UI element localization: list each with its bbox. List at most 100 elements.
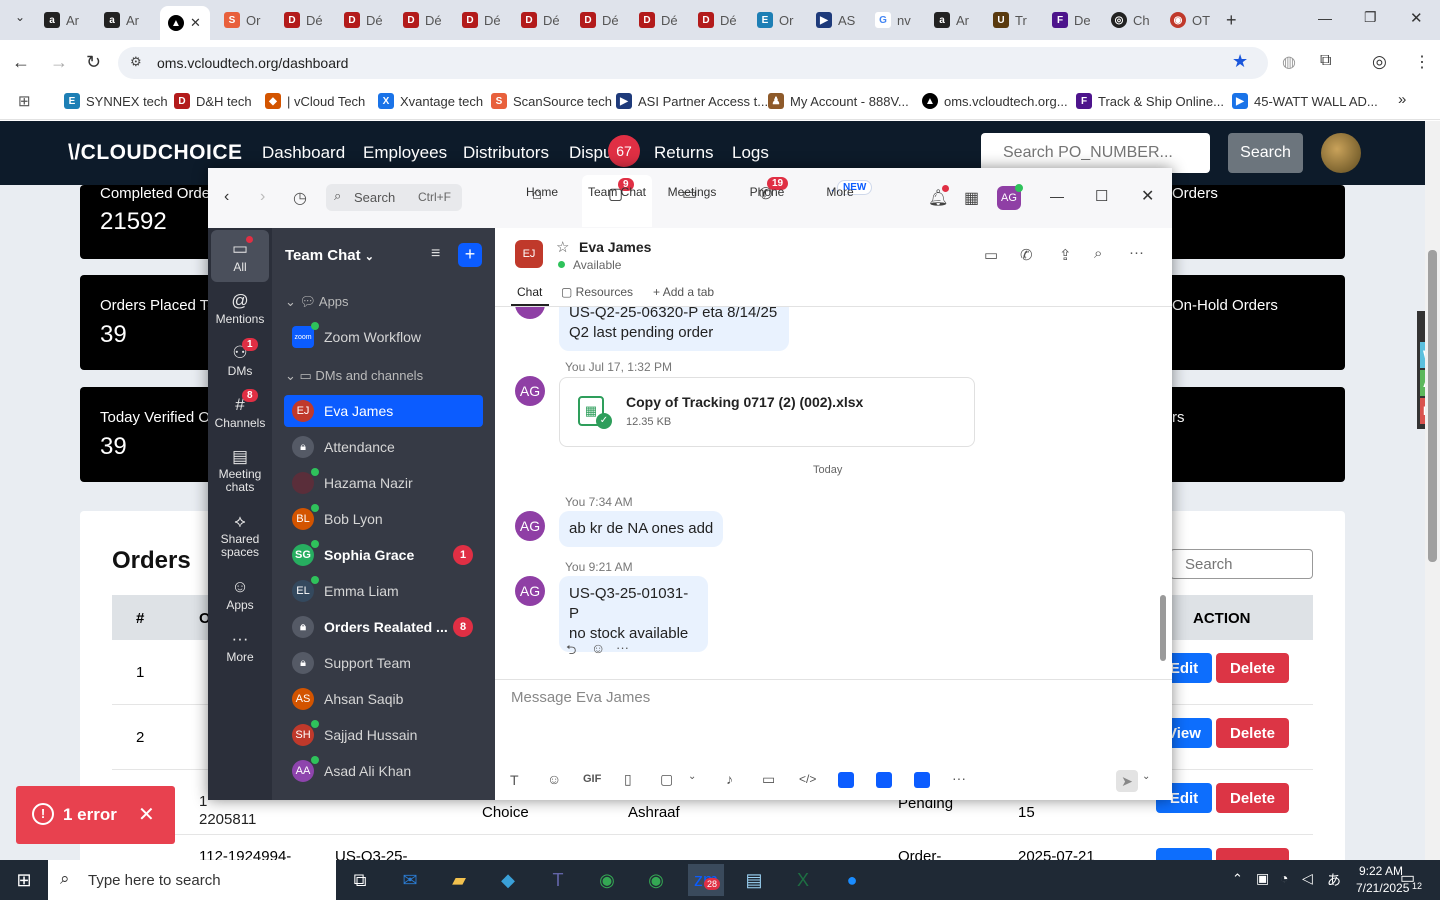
delete-button[interactable]: Delete <box>1216 783 1289 813</box>
rail-meeting-chats[interactable]: ▤ Meeting chats <box>208 446 272 494</box>
bookmark-xvantage[interactable]: X Xvantage tech <box>378 92 483 110</box>
app-icon-blue[interactable]: ● <box>834 864 870 896</box>
chrome-icon[interactable]: ◉ <box>589 864 625 896</box>
tray-chevron-icon[interactable]: ⌃ <box>1232 871 1243 887</box>
task-view-icon[interactable]: ⧉ <box>342 864 378 896</box>
tab-team-chat[interactable]: Team Chat <box>582 185 652 199</box>
chrome-icon-2[interactable]: ◉ <box>638 864 674 896</box>
section-dms-channels[interactable]: ⌄ ▭ DMs and channels <box>285 368 423 384</box>
code-icon[interactable]: </> <box>799 772 816 786</box>
file-icon[interactable]: ▯ <box>624 771 632 788</box>
chat-tab-chat[interactable]: Chat <box>517 285 542 299</box>
close-toast-icon[interactable]: ✕ <box>138 802 155 827</box>
chat-more-icon[interactable]: ··· <box>1129 244 1144 261</box>
browser-tab[interactable]: D Dé <box>698 6 748 34</box>
browser-tab[interactable]: F De <box>1052 6 1102 34</box>
message-more-icon[interactable]: ··· <box>616 640 629 655</box>
back-icon[interactable]: ← <box>12 52 30 73</box>
chat-tab-resources[interactable]: ▢ Resources <box>561 285 633 299</box>
browser-menu-icon[interactable]: ⋮ <box>1414 52 1430 72</box>
zoom-minimize-icon[interactable]: — <box>1050 188 1064 204</box>
tab-more[interactable]: More <box>805 185 875 199</box>
zoom-back-icon[interactable]: ‹ <box>224 188 229 206</box>
close-window-icon[interactable]: ✕ <box>1410 9 1423 27</box>
teams-icon[interactable]: T <box>540 864 576 896</box>
star-icon[interactable]: ☆ <box>556 238 569 256</box>
microphone-icon[interactable]: ♪ <box>726 771 733 787</box>
orders-search-input[interactable] <box>1170 549 1313 579</box>
bookmark-vcloud[interactable]: ◆ | vCloud Tech <box>265 92 365 110</box>
send-options-chevron-icon[interactable]: ⌄ <box>1142 771 1150 782</box>
tab-meetings[interactable]: Meetings <box>657 185 727 199</box>
list-item-eva-james[interactable]: EJ Eva James <box>284 395 483 427</box>
browser-tab[interactable]: D Dé <box>284 6 334 34</box>
list-item-support-team[interactable]: 🔒︎ Support Team <box>284 647 483 679</box>
browser-tab[interactable]: a Ar <box>44 6 94 34</box>
browser-tab[interactable]: a Ar <box>934 6 984 34</box>
windows-start-icon[interactable]: ⊞ <box>6 864 42 896</box>
app-icon-2[interactable] <box>876 772 892 788</box>
list-item-attendance[interactable]: 🔒︎ Attendance <box>284 431 483 463</box>
video-message-icon[interactable]: ▭ <box>762 771 775 788</box>
rail-mentions[interactable]: @ Mentions <box>208 290 272 326</box>
app-icon-1[interactable] <box>838 772 854 788</box>
browser-tab[interactable]: D Dé <box>403 6 453 34</box>
browser-tab[interactable]: ▶ AS <box>816 6 866 34</box>
site-info-icon[interactable]: ⚙ <box>130 54 142 70</box>
bookmarks-overflow-icon[interactable]: » <box>1398 91 1406 108</box>
bookmark-scansource[interactable]: S ScanSource tech <box>491 92 612 110</box>
share-screen-icon[interactable]: ⇪ <box>1059 246 1072 264</box>
browser-tab[interactable]: ◉ OT <box>1170 6 1220 34</box>
partial-button[interactable] <box>1156 848 1212 860</box>
bookmark-synnex[interactable]: E SYNNEX tech <box>64 92 168 110</box>
bookmark-dh[interactable]: D D&H tech <box>174 92 252 110</box>
format-text-icon[interactable]: T <box>510 772 519 788</box>
clock-time[interactable]: 9:22 AM <box>1359 864 1403 878</box>
partial-button[interactable] <box>1216 848 1289 860</box>
nav-distributors[interactable]: Distributors <box>463 143 549 163</box>
forward-icon[interactable]: → <box>50 52 68 73</box>
translate-icon[interactable]: ◍ <box>1282 52 1296 72</box>
bookmark-star-icon[interactable]: ★ <box>1232 51 1248 72</box>
app-icon-3[interactable] <box>914 772 930 788</box>
chat-tab-add[interactable]: + Add a tab <box>653 285 714 299</box>
history-icon[interactable]: ◷ <box>293 188 307 208</box>
app-icon[interactable]: ◆ <box>490 864 526 896</box>
filter-icon[interactable]: ≡ <box>431 245 440 263</box>
rail-shared-spaces[interactable]: ⟡ Shared spaces <box>208 511 272 559</box>
zoom-search-box[interactable]: ⌕ Search Ctrl+F <box>326 184 462 211</box>
browser-tab[interactable]: ◎ Ch <box>1111 6 1161 34</box>
screenshot-icon[interactable]: ▢ <box>660 771 673 788</box>
taskbar-search[interactable]: ⌕ Type here to search <box>48 860 336 900</box>
bookmark-asi[interactable]: ▶ ASI Partner Access t... <box>616 92 768 110</box>
outlook-icon[interactable]: ✉ <box>392 864 428 896</box>
composer-more-icon[interactable]: ··· <box>952 770 966 786</box>
rail-channels[interactable]: # Channels <box>208 394 272 430</box>
audio-call-icon[interactable]: ✆ <box>1020 246 1033 264</box>
react-icon[interactable]: ☺ <box>591 640 605 656</box>
file-explorer-icon[interactable]: ▰ <box>441 864 477 896</box>
browser-tab[interactable]: S Or <box>224 6 274 34</box>
tray-language-icon[interactable]: あ <box>1327 870 1341 890</box>
zoom-forward-icon[interactable]: › <box>260 188 265 206</box>
notes-icon[interactable]: ▤ <box>736 864 772 896</box>
nav-employees[interactable]: Employees <box>363 143 447 163</box>
browser-tab[interactable]: Gnv <box>875 6 925 34</box>
calendar-icon[interactable]: ▦ <box>964 188 979 208</box>
tray-network-icon[interactable]: ▣ <box>1256 870 1269 887</box>
rail-apps[interactable]: ☺ Apps <box>208 576 272 612</box>
apps-grid-icon[interactable]: ⊞ <box>18 92 31 110</box>
delete-button[interactable]: Delete <box>1216 653 1289 683</box>
list-item-ahsan-saqib[interactable]: AS Ahsan Saqib <box>284 683 483 715</box>
file-attachment-card[interactable]: ▦ ✓ Copy of Tracking 0717 (2) (002).xlsx… <box>559 377 975 447</box>
zoom-close-icon[interactable]: ✕ <box>1141 186 1154 206</box>
po-search-input[interactable] <box>981 133 1210 173</box>
tray-volume-icon[interactable]: ◁ <box>1302 870 1313 887</box>
section-apps[interactable]: ⌄ 💬︎ Apps <box>285 294 349 310</box>
gif-icon[interactable]: GIF <box>583 773 601 785</box>
page-scrollbar-thumb[interactable] <box>1428 250 1437 562</box>
zoom-maximize-icon[interactable]: ☐ <box>1095 187 1108 205</box>
browser-tab[interactable]: D Dé <box>580 6 630 34</box>
nav-logs[interactable]: Logs <box>732 143 769 163</box>
browser-tab[interactable]: D Dé <box>521 6 571 34</box>
